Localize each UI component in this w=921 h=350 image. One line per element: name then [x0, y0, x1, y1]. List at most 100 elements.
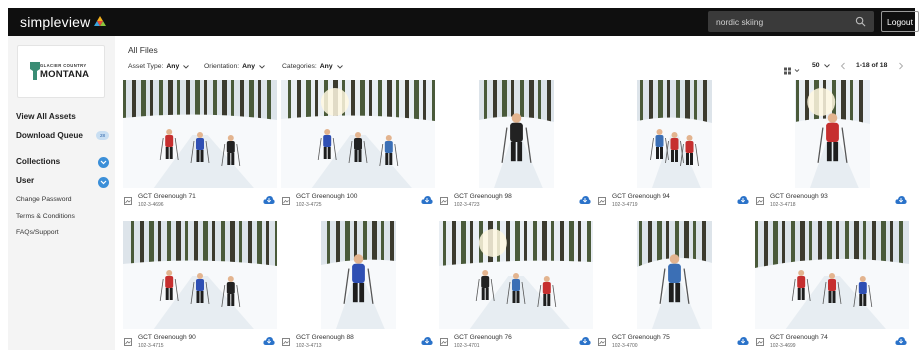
image-file-icon	[282, 197, 290, 205]
download-queue-badge: 28	[96, 131, 109, 140]
user-expand-icon[interactable]	[98, 177, 109, 188]
filter-label: Orientation:	[204, 63, 240, 70]
collections-expand-icon[interactable]	[98, 157, 109, 168]
cloud-download-icon[interactable]	[579, 336, 591, 346]
asset-thumbnail[interactable]	[597, 80, 751, 188]
image-file-icon	[282, 338, 290, 346]
skiing-photo	[755, 221, 909, 329]
image-file-icon	[124, 197, 132, 205]
asset-thumbnail[interactable]	[123, 221, 277, 329]
asset-thumbnail[interactable]	[281, 221, 435, 329]
chevron-down-icon	[100, 160, 107, 165]
cloud-download-icon[interactable]	[895, 195, 907, 205]
asset-id: 102-3-4719	[612, 202, 638, 208]
image-file-icon	[124, 338, 132, 346]
asset-title[interactable]: GCT Greenough 90	[138, 334, 196, 341]
asset-title[interactable]: GCT Greenough 71	[138, 193, 196, 200]
asset-card[interactable]: GCT Greenough 90 102-3-4715	[123, 221, 277, 350]
asset-card[interactable]: GCT Greenough 76 102-3-4701	[439, 221, 593, 350]
sidebar-item-user[interactable]: User	[16, 176, 34, 185]
sidebar-item-collections[interactable]: Collections	[16, 157, 60, 166]
filter-categories[interactable]: Categories: Any	[282, 63, 343, 70]
image-file-icon	[598, 338, 606, 346]
asset-title[interactable]: GCT Greenough 76	[454, 334, 512, 341]
page-title: All Files	[128, 45, 158, 55]
cloud-download-icon[interactable]	[421, 336, 433, 346]
filter-orientation[interactable]: Orientation: Any	[204, 63, 265, 70]
asset-thumbnail[interactable]	[123, 80, 277, 188]
asset-thumbnail[interactable]	[439, 221, 593, 329]
sidebar-item-terms[interactable]: Terms & Conditions	[16, 213, 75, 220]
sidebar-item-view-all-assets[interactable]: View All Assets	[16, 112, 76, 121]
cloud-download-icon[interactable]	[895, 336, 907, 346]
brand-logo-icon	[94, 16, 107, 26]
asset-title[interactable]: GCT Greenough 98	[454, 193, 512, 200]
brand[interactable]: simpleview	[20, 14, 107, 30]
skiing-photo	[478, 80, 554, 188]
cloud-download-icon[interactable]	[737, 195, 749, 205]
skiing-photo	[636, 80, 712, 188]
asset-card[interactable]: GCT Greenough 88 102-3-4713	[281, 221, 435, 350]
asset-id: 102-3-4715	[138, 343, 164, 349]
grid-view-toggle[interactable]	[784, 62, 802, 80]
asset-thumbnail[interactable]	[755, 221, 909, 329]
skiing-photo	[123, 221, 277, 329]
asset-card[interactable]: GCT Greenough 94 102-3-4719	[597, 80, 751, 210]
asset-title[interactable]: GCT Greenough 100	[296, 193, 357, 200]
image-file-icon	[756, 338, 764, 346]
per-page-value: 50	[812, 62, 820, 69]
cloud-download-icon[interactable]	[263, 336, 275, 346]
search-icon[interactable]	[855, 16, 866, 27]
asset-card[interactable]: GCT Greenough 100 102-3-4725	[281, 80, 435, 210]
asset-id: 102-3-4713	[296, 343, 322, 349]
asset-title[interactable]: GCT Greenough 93	[770, 193, 828, 200]
cloud-download-icon[interactable]	[421, 195, 433, 205]
asset-id: 102-3-4699	[770, 343, 796, 349]
cloud-download-icon[interactable]	[579, 195, 591, 205]
image-file-icon	[440, 338, 448, 346]
cloud-download-icon[interactable]	[263, 195, 275, 205]
filter-label: Categories:	[282, 63, 317, 70]
asset-card[interactable]: GCT Greenough 71 102-3-4696	[123, 80, 277, 210]
chevron-down-icon	[259, 64, 265, 69]
asset-id: 102-3-4701	[454, 343, 480, 349]
glacier-country-logo[interactable]: GLACIER COUNTRY MONTANA	[17, 45, 105, 98]
image-file-icon	[440, 197, 448, 205]
asset-title[interactable]: GCT Greenough 94	[612, 193, 670, 200]
sidebar-item-faqs[interactable]: FAQs/Support	[16, 229, 59, 236]
asset-thumbnail[interactable]	[439, 80, 593, 188]
asset-card[interactable]: GCT Greenough 93 102-3-4718	[755, 80, 909, 210]
asset-thumbnail[interactable]	[597, 221, 751, 329]
search-input[interactable]	[708, 11, 848, 32]
skiing-photo	[281, 80, 435, 188]
asset-title[interactable]: GCT Greenough 88	[296, 334, 354, 341]
skiing-photo	[794, 80, 870, 188]
next-page-icon[interactable]	[898, 62, 904, 70]
asset-card[interactable]: GCT Greenough 74 102-3-4699	[755, 221, 909, 350]
pagination-info: 1-18 of 18	[856, 62, 888, 69]
chevron-down-icon	[336, 64, 343, 69]
asset-title[interactable]: GCT Greenough 75	[612, 334, 670, 341]
asset-id: 102-3-4700	[612, 343, 638, 349]
logout-button[interactable]: Logout	[881, 11, 919, 32]
asset-card[interactable]: GCT Greenough 98 102-3-4723	[439, 80, 593, 210]
filter-label: Asset Type:	[128, 63, 164, 70]
asset-title[interactable]: GCT Greenough 74	[770, 334, 828, 341]
image-file-icon	[756, 197, 764, 205]
chevron-down-icon	[823, 63, 830, 68]
previous-page-icon[interactable]	[840, 62, 846, 70]
per-page-select[interactable]: 50	[812, 62, 830, 69]
cloud-download-icon[interactable]	[737, 336, 749, 346]
chevron-down-icon	[100, 180, 107, 185]
filter-asset-type[interactable]: Asset Type: Any	[128, 63, 190, 70]
sidebar-item-download-queue[interactable]: Download Queue	[16, 131, 83, 140]
filter-value: Any	[319, 63, 333, 70]
logo-subtitle: GLACIER COUNTRY	[40, 63, 87, 68]
asset-card[interactable]: GCT Greenough 75 102-3-4700	[597, 221, 751, 350]
asset-thumbnail[interactable]	[281, 80, 435, 188]
brand-name: simpleview	[20, 14, 91, 30]
skiing-photo	[636, 221, 712, 329]
sidebar-item-change-password[interactable]: Change Password	[16, 196, 72, 203]
asset-thumbnail[interactable]	[755, 80, 909, 188]
filter-value: Any	[166, 63, 180, 70]
